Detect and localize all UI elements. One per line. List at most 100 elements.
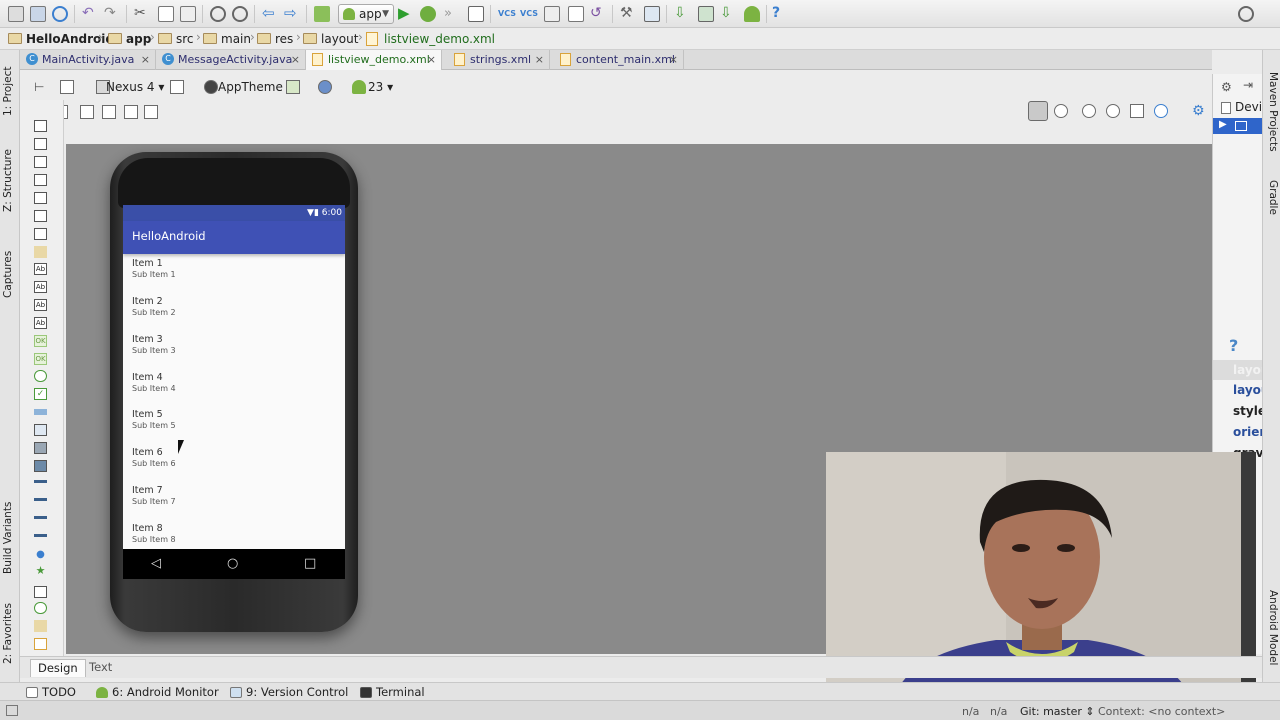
attach-debugger-icon[interactable]: » [444,6,460,22]
vcs-commit-icon[interactable]: VCS [520,6,538,22]
settings-wrench-icon[interactable]: ⚒ [620,6,636,22]
project-structure-icon[interactable] [644,6,660,22]
build-variants-tool-button[interactable]: Build Variants [2,488,18,574]
device-select[interactable]: Nexus 4 ▾ [106,80,164,94]
refresh-icon[interactable] [1154,104,1168,118]
orientation-icon[interactable] [170,80,184,94]
list-item[interactable]: Item 4 Sub Item 4 [132,372,332,406]
vcs-update-icon[interactable]: VCS [498,6,516,22]
zoom-actual-icon[interactable] [1028,101,1048,121]
palette-image-button-icon[interactable] [34,442,47,454]
list-item[interactable]: Item 3 Sub Item 3 [132,334,332,368]
structure-tool-button[interactable]: Z: Structure [2,138,18,212]
list-item[interactable]: Item 6 Sub Item 6 [132,447,332,481]
avd-manager-icon[interactable] [698,6,714,22]
tab-design[interactable]: Design [30,659,86,677]
list-item[interactable]: Item 8 Sub Item 8 [132,523,332,549]
undo-icon[interactable]: ↶ [82,6,98,22]
tab-text[interactable]: Text [82,659,119,677]
run-icon[interactable]: ▶ [398,6,414,22]
debug-icon[interactable] [420,6,436,22]
help-icon[interactable]: ? [1229,336,1238,355]
tab-mainactivity[interactable]: C MainActivity.java × [20,50,156,70]
android-device-monitor-icon[interactable] [744,6,760,22]
breadcrumb-layout[interactable]: layout [303,31,358,47]
zoom-in-icon[interactable] [1082,104,1096,118]
palette-include-icon[interactable] [34,228,47,240]
palette-checkbox-icon[interactable]: ✓ [34,388,47,400]
palette-small-button-icon[interactable]: OK [34,353,47,365]
list-item[interactable]: Item 1 Sub Item 1 [132,258,332,292]
tool-windows-toggle-icon[interactable] [6,705,18,716]
palette-radio-icon[interactable] [34,370,47,382]
palette-linear-icon[interactable] [34,138,47,150]
property-name[interactable]: orien [1233,425,1262,439]
palette-plain-text-icon[interactable] [34,638,47,650]
palette-progress-large-icon[interactable] [34,516,47,519]
captures-tool-button[interactable]: Captures [2,236,18,298]
fill-width-icon[interactable] [124,105,138,119]
cut-icon[interactable]: ✂ [134,6,150,22]
close-icon[interactable]: × [535,50,544,69]
nav-back-icon[interactable]: ◁ [151,556,161,571]
revert-icon[interactable]: ↺ [590,6,606,22]
palette-switch-icon[interactable] [34,409,47,415]
search-everywhere-icon[interactable] [1238,6,1254,22]
git-branch-widget[interactable]: Git: master ⇕ [1020,705,1095,718]
breadcrumb-res[interactable]: res [257,31,293,47]
property-name[interactable]: layou [1233,383,1262,397]
nav-recents-icon[interactable]: □ [304,556,316,571]
android-model-tool-button[interactable]: Android Model [1265,590,1279,674]
theme-select[interactable]: AppTheme [218,80,283,94]
tab-messageactivity[interactable]: C MessageActivity.java × [156,50,306,70]
maven-projects-tool-button[interactable]: Maven Projects [1265,72,1279,152]
vcs-compare-icon[interactable] [544,6,560,22]
activity-icon[interactable] [286,80,300,94]
palette-button-icon[interactable]: OK [34,335,47,347]
breadcrumb-file[interactable]: listview_demo.xml [366,31,495,47]
api-level-select[interactable]: 23 ▾ [368,80,393,94]
breadcrumb-app[interactable]: app [108,31,151,47]
close-icon[interactable]: × [427,50,436,69]
tab-content-main[interactable]: content_main.xml × [554,50,684,70]
run-config-select[interactable]: app ▼ [338,4,394,24]
palette-progress-horizontal-icon[interactable] [34,534,47,537]
close-icon[interactable]: × [141,50,150,69]
gradle-sync-icon[interactable]: ⇩ [674,6,690,22]
device-screen[interactable]: ▼▮ 6:00 HelloAndroid Item 1 Sub Item 1 It… [123,205,345,549]
device-icon[interactable] [468,6,484,22]
palette-webview-icon[interactable] [34,602,47,614]
screenshot-icon[interactable] [1130,104,1144,118]
palette-image-view-icon[interactable] [34,460,47,472]
design-config-icon[interactable] [60,80,74,94]
layout-grid-icon[interactable] [102,105,116,119]
forward-icon[interactable]: ⇨ [284,6,300,22]
palette-seekbar-icon[interactable]: ● [34,550,47,562]
hide-panel-icon[interactable]: ⇥ [1243,78,1253,92]
version-control-tool-button[interactable]: 9: Version Control [230,685,348,699]
sync-icon[interactable] [52,6,68,22]
palette-relative-icon[interactable] [34,210,47,222]
palette-progress-icon[interactable] [34,480,47,483]
paste-icon[interactable] [180,6,196,22]
palette-toggle-icon[interactable]: ⊢ [34,80,48,94]
redo-icon[interactable]: ↷ [104,6,120,22]
layout-columns-icon[interactable] [80,105,94,119]
palette-textview-large-icon[interactable]: Ab [34,281,47,293]
palette-table-icon[interactable] [34,156,47,168]
palette-textview-medium-icon[interactable]: Ab [34,299,47,311]
vcs-history-icon[interactable] [568,6,584,22]
gear-icon[interactable]: ⚙ [1221,80,1233,94]
zoom-fit-icon[interactable] [1054,104,1068,118]
find-icon[interactable] [210,6,226,22]
fill-height-icon[interactable] [144,105,158,119]
list-item[interactable]: Item 5 Sub Item 5 [132,409,332,443]
palette-textview-small-icon[interactable]: Ab [34,317,47,329]
save-icon[interactable] [30,6,46,22]
palette-textview-icon[interactable]: Ab [34,263,47,275]
copy-icon[interactable] [158,6,174,22]
palette-frame-icon[interactable] [34,120,47,132]
tree-root-label[interactable]: Devi [1235,100,1262,114]
nav-home-icon[interactable]: ○ [227,556,238,571]
list-item[interactable]: Item 7 Sub Item 7 [132,485,332,519]
